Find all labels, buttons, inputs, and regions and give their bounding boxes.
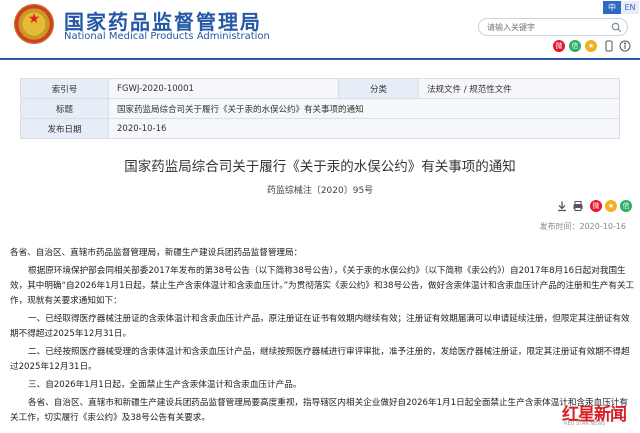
document-title: 国家药监局综合司关于履行《关于汞的水俣公约》有关事项的通知 [124, 159, 516, 175]
wechat-icon[interactable]: 信 [569, 40, 581, 52]
meta-row-date: 发布日期 2020-10-16 [20, 118, 620, 139]
document-meta-table: 索引号 FGWJ-2020-10001 分类 法规文件 / 规范性文件 标题 国… [20, 78, 620, 139]
download-icon[interactable] [556, 200, 568, 212]
meta-value: FGWJ-2020-10001 [108, 78, 339, 99]
meta-key: 分类 [338, 78, 419, 99]
meta-value: 法规文件 / 规范性文件 [418, 78, 620, 99]
body-paragraph: 根据原环境保护部会同相关部委2017年发布的第38号公告（以下简称38号公告），… [10, 266, 635, 306]
body-paragraph: 各省、自治区、直辖市和新疆生产建设兵团药品监督管理局要高度重视，指导辖区内相关企… [10, 398, 628, 423]
meta-key: 索引号 [20, 78, 109, 99]
body-paragraph: 二、已经按照医疗器械受理的含汞体温计和含汞血压计产品，继续按照医疗器械进行审评审… [10, 347, 630, 372]
body-paragraph: 一、已经取得医疗器械注册证的含汞体温计和含汞血压计产品，原注册证在证书有效期内继… [10, 314, 630, 339]
lang-zh-button[interactable]: 中 [603, 1, 621, 14]
red-star-news-watermark: 红星新闻 RED STAR NEWS [562, 400, 634, 428]
document-body: 各省、自治区、直辖市药品监督管理局，新疆生产建设兵团药品监督管理局： 根据原环境… [10, 246, 636, 429]
meta-row-title: 标题 国家药监局综合司关于履行《关于汞的水俣公约》有关事项的通知 [20, 98, 620, 119]
meta-value: 2020-10-16 [108, 118, 620, 139]
watermark-subtext: RED STAR NEWS [564, 421, 606, 427]
print-icon[interactable] [572, 200, 584, 212]
weibo-share-icon[interactable]: 微 [590, 200, 602, 212]
search-icon[interactable] [611, 22, 622, 33]
search-box [478, 18, 628, 36]
header-divider [0, 58, 640, 60]
accessibility-icon[interactable] [619, 40, 631, 52]
wechat-share-icon[interactable]: 信 [620, 200, 632, 212]
meta-row-index: 索引号 FGWJ-2020-10001 分类 法规文件 / 规范性文件 [20, 78, 620, 99]
publish-time: 发布时间：2020-10-16 [539, 222, 627, 231]
body-paragraph: 三、自2026年1月1日起，全面禁止生产含汞体温计和含汞血压计产品。 [28, 380, 302, 390]
site-subtitle: National Medical Products Administration [64, 31, 270, 42]
qzone-share-icon[interactable]: ★ [605, 200, 617, 212]
qzone-icon[interactable]: ★ [585, 40, 597, 52]
site-header: ★ 国家药品监督管理局 National Medical Products Ad… [0, 0, 640, 52]
meta-value: 国家药监局综合司关于履行《关于汞的水俣公约》有关事项的通知 [108, 98, 620, 119]
national-emblem-logo[interactable]: ★ [14, 4, 54, 44]
meta-key: 发布日期 [20, 118, 109, 139]
document-number: 药监综械注〔2020〕95号 [266, 186, 374, 196]
weibo-icon[interactable]: 微 [553, 40, 565, 52]
body-paragraph: 各省、自治区、直辖市药品监督管理局，新疆生产建设兵团药品监督管理局： [10, 248, 303, 258]
meta-key: 标题 [20, 98, 109, 119]
search-input[interactable] [487, 21, 602, 34]
star-icon: ★ [27, 11, 41, 27]
mobile-icon[interactable] [603, 40, 615, 52]
lang-en-button[interactable]: EN [621, 1, 639, 14]
